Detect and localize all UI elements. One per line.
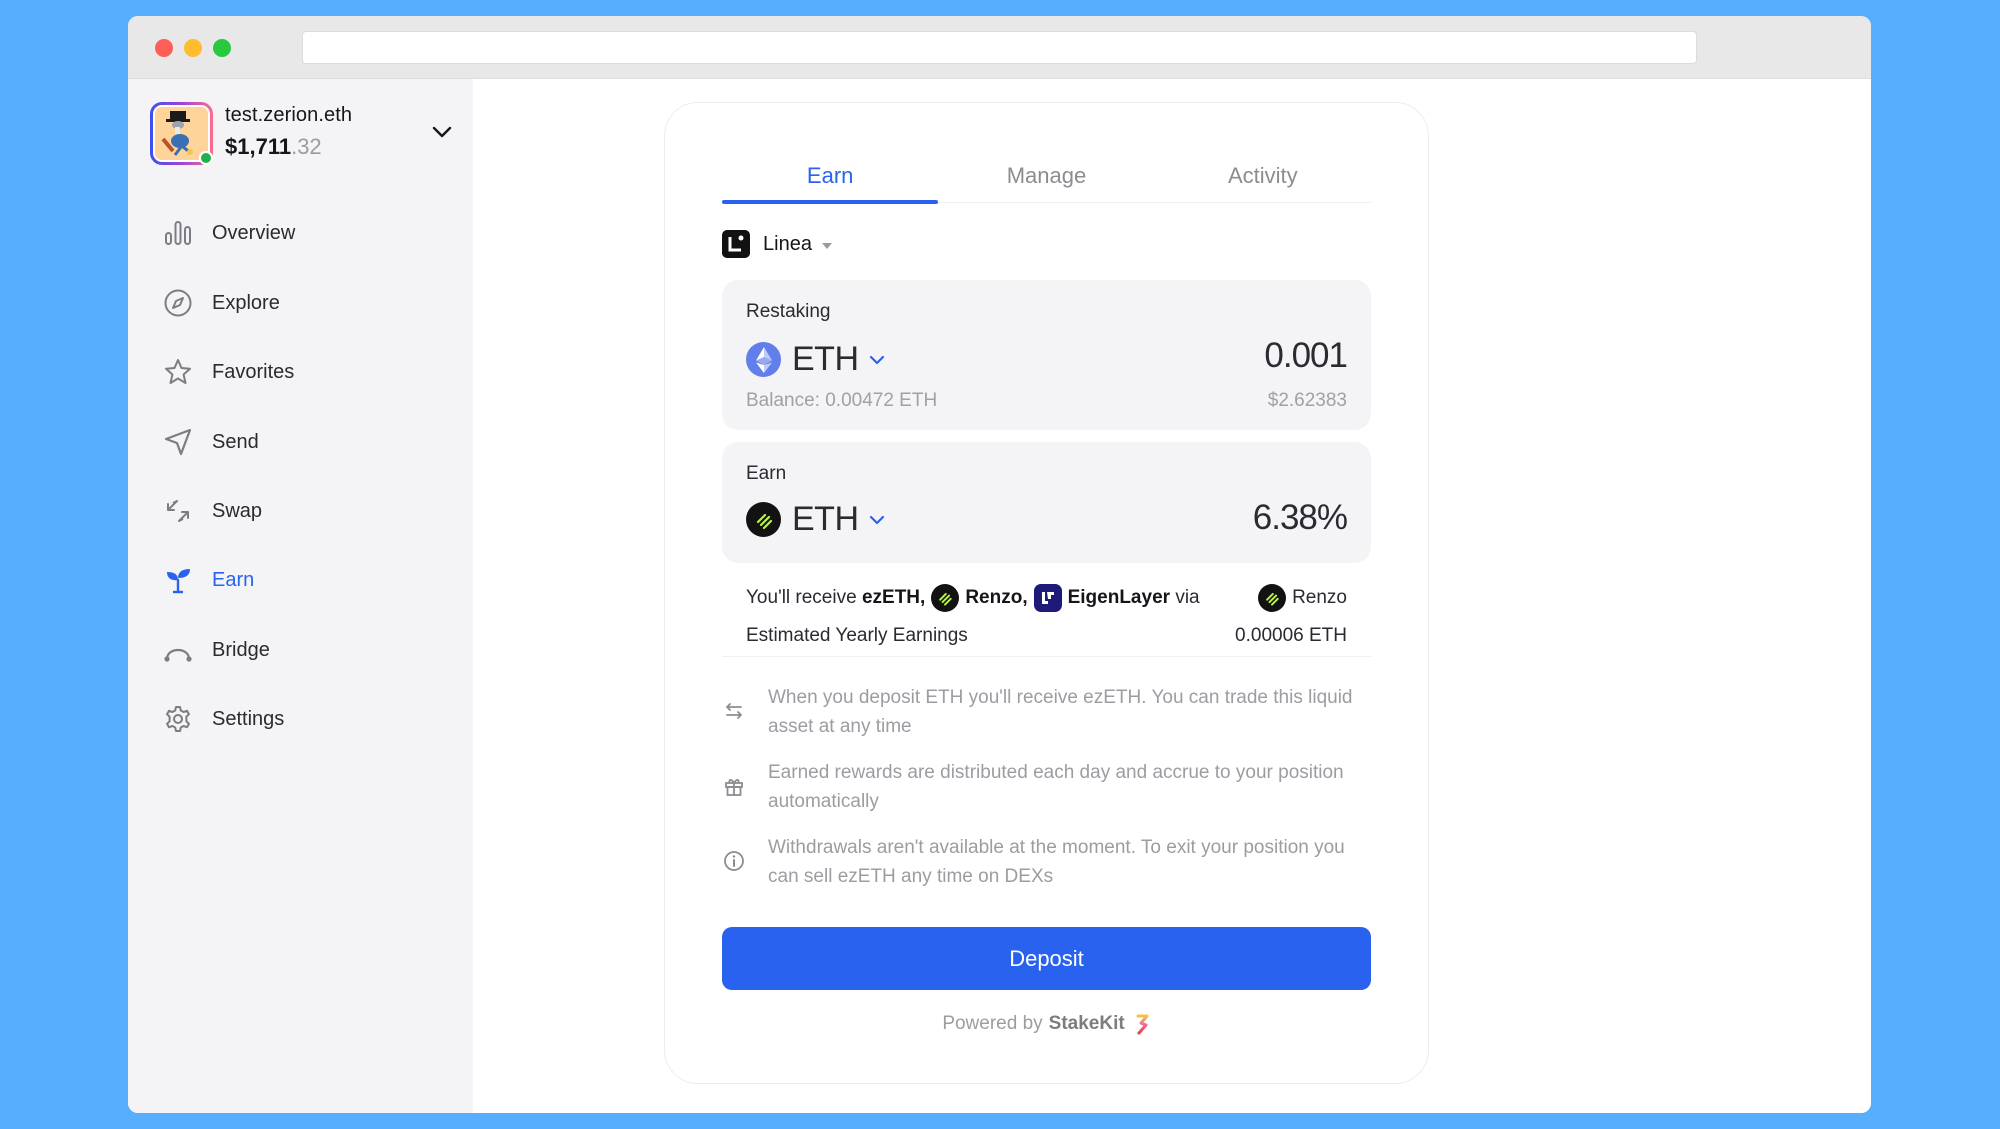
stake-token-selector[interactable]: ETH	[746, 340, 887, 379]
sidebar-item-label: Settings	[212, 707, 285, 730]
sidebar-item-earn[interactable]: Earn	[163, 560, 443, 600]
renzo-icon	[746, 502, 781, 537]
chevron-down-icon[interactable]	[430, 120, 454, 144]
tab-bar: Earn Manage Activity	[722, 153, 1371, 204]
provider-eigenlayer: EigenLayer	[1067, 587, 1171, 608]
tab-activity[interactable]: Activity	[1155, 153, 1371, 202]
sidebar-item-settings[interactable]: Settings	[163, 699, 443, 739]
info-item: Withdrawals aren't available at the mome…	[722, 833, 1371, 891]
chevron-down-icon	[869, 355, 884, 364]
linea-logo-icon	[722, 230, 750, 258]
sidebar: test.zerion.eth $1,711.32 Overview Explo…	[128, 79, 473, 1113]
deposit-button[interactable]: Deposit	[722, 927, 1371, 990]
gift-icon	[725, 779, 743, 796]
info-item: When you deposit ETH you'll receive ezET…	[722, 683, 1371, 741]
main-content: Earn Manage Activity Linea Restaking ETH	[473, 79, 1871, 1113]
sprout-icon	[163, 565, 193, 595]
sidebar-item-label: Swap	[212, 499, 263, 522]
wallet-profile[interactable]: test.zerion.eth $1,711.32	[150, 102, 455, 166]
restaking-input-box: Restaking ETH 0.001 Balance: 0.00472 ETH…	[722, 280, 1371, 430]
earn-token-symbol: ETH	[792, 500, 859, 538]
balance-main: $1,711	[225, 134, 292, 159]
yearly-earnings-label: Estimated Yearly Earnings	[746, 625, 968, 646]
avatar	[150, 102, 213, 165]
caret-down-icon	[821, 242, 832, 249]
earn-output-box: Earn ETH 6.38%	[722, 442, 1371, 563]
browser-window: test.zerion.eth $1,711.32 Overview Explo…	[128, 16, 1871, 1113]
bar-chart-icon	[163, 218, 193, 248]
via-provider: Renzo	[1292, 587, 1347, 608]
powered-by: Powered by StakeKit	[665, 1013, 1428, 1035]
earn-label: Earn	[746, 463, 787, 484]
info-text: Earned rewards are distributed each day …	[768, 762, 1344, 812]
via-label: via	[1175, 587, 1200, 608]
sidebar-item-favorites[interactable]: Favorites	[163, 352, 443, 392]
tab-manage[interactable]: Manage	[938, 153, 1154, 202]
send-icon	[163, 427, 193, 457]
sidebar-item-bridge[interactable]: Bridge	[163, 630, 443, 670]
sidebar-item-label: Earn	[212, 568, 255, 591]
swap-icon	[163, 496, 193, 526]
info-text: When you deposit ETH you'll receive ezET…	[768, 687, 1353, 737]
bridge-icon	[163, 635, 193, 665]
renzo-icon	[931, 584, 960, 612]
info-text: Withdrawals aren't available at the mome…	[768, 837, 1345, 887]
swap-arrows-icon	[726, 703, 742, 719]
sidebar-item-send[interactable]: Send	[163, 422, 443, 462]
earn-summary: You'll receive ezETH, Renzo, EigenLayer …	[722, 573, 1371, 657]
close-window-button[interactable]	[155, 39, 173, 57]
title-bar	[128, 16, 1871, 79]
restaking-label: Restaking	[746, 301, 831, 322]
sidebar-item-label: Explore	[212, 291, 280, 314]
address-bar[interactable]	[302, 31, 1697, 64]
info-icon	[724, 851, 744, 871]
sidebar-item-label: Overview	[212, 221, 296, 244]
network-selector[interactable]: Linea	[722, 230, 832, 258]
powered-prefix: Powered by	[942, 1013, 1043, 1034]
receive-row: You'll receive ezETH, Renzo, EigenLayer …	[746, 583, 1347, 613]
sidebar-item-overview[interactable]: Overview	[163, 213, 443, 253]
stake-amount-field[interactable]: 0.001	[1264, 336, 1348, 376]
sidebar-item-label: Send	[212, 430, 259, 453]
eigenlayer-icon	[1033, 584, 1062, 612]
ethereum-icon	[746, 342, 781, 377]
renzo-icon	[1258, 584, 1287, 612]
tab-earn[interactable]: Earn	[722, 153, 939, 204]
maximize-window-button[interactable]	[213, 39, 231, 57]
wallet-name: test.zerion.eth	[225, 104, 353, 126]
stakekit-logo-icon	[1136, 1014, 1149, 1035]
token-balance: Balance: 0.00472 ETH	[746, 390, 938, 411]
compass-icon	[163, 288, 193, 318]
star-icon	[163, 357, 193, 387]
stake-amount-value[interactable]: 0.001	[1264, 336, 1348, 375]
sidebar-item-label: Favorites	[212, 360, 295, 383]
balance-cents: .32	[291, 134, 322, 159]
gear-icon	[163, 704, 193, 734]
staking-widget: Earn Manage Activity Linea Restaking ETH	[664, 102, 1429, 1084]
wallet-balance: $1,711.32	[225, 134, 322, 160]
receive-prefix: You'll receive	[746, 587, 857, 608]
stake-token-symbol: ETH	[792, 340, 859, 378]
usd-value: $2.62383	[1267, 390, 1347, 411]
info-item: Earned rewards are distributed each day …	[722, 758, 1371, 816]
chevron-down-icon	[869, 515, 884, 524]
minimize-window-button[interactable]	[184, 39, 202, 57]
sidebar-item-swap[interactable]: Swap	[163, 491, 443, 531]
sidebar-item-explore[interactable]: Explore	[163, 283, 443, 323]
online-status-dot	[199, 151, 213, 165]
sidebar-item-label: Bridge	[212, 638, 270, 661]
provider-renzo: Renzo,	[965, 587, 1028, 608]
nft-avatar-icon	[161, 111, 193, 156]
stakekit-link[interactable]: StakeKit	[1049, 1013, 1125, 1035]
receive-token: ezETH,	[861, 587, 926, 608]
earn-token-selector[interactable]: ETH	[746, 500, 887, 539]
network-label: Linea	[763, 232, 812, 255]
yearly-earnings-value: 0.00006 ETH	[1235, 625, 1347, 646]
apy-value: 6.38%	[1252, 498, 1348, 537]
yearly-earnings-row: Estimated Yearly Earnings 0.00006 ETH	[746, 621, 1347, 651]
